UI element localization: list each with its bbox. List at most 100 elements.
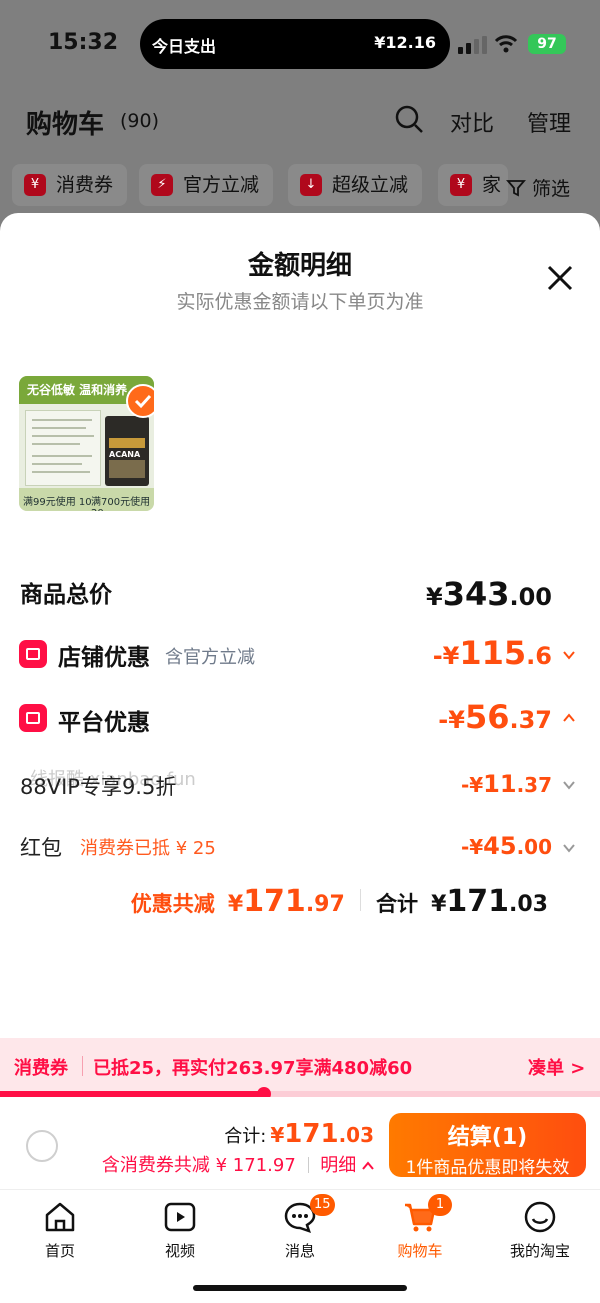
shop-discount-note: 含官方立减 [165, 647, 255, 668]
cart-header: 购物车 (90) 对比 管理 ¥ 消费券 ⚡ 官方立减 ↓ 超级立减 ¥ 家 筛… [0, 90, 600, 215]
total-label: 合计 [375, 892, 418, 916]
cart-badge: 1 [428, 1194, 452, 1216]
tab-label: 我的淘宝 [509, 1242, 570, 1260]
tab-cart[interactable]: 1 购物车 [360, 1194, 480, 1261]
tab-home[interactable]: 首页 [0, 1200, 120, 1261]
red-packet-value: -¥45.00 [461, 832, 552, 860]
chevron-down-icon[interactable] [562, 778, 576, 792]
currency-symbol: ¥ [425, 583, 443, 611]
chip-home[interactable]: ¥ 家 [438, 164, 508, 206]
chevron-down-icon[interactable] [562, 841, 576, 855]
tab-messages[interactable]: 15 消息 [240, 1194, 360, 1261]
product-coupons: 满99元使用 10 满700元使用 20 [19, 488, 154, 511]
product-bag-image: ACANA [105, 416, 149, 486]
checkout-total-dec: .03 [338, 1123, 374, 1147]
battery-icon: 97 [528, 34, 566, 54]
saved-symbol: ¥ [227, 892, 244, 917]
platform-discount-label: 平台优惠 [58, 710, 150, 736]
tab-profile[interactable]: 我的淘宝 [480, 1200, 600, 1261]
total-price-value: ¥343.00 [426, 575, 552, 613]
chip-label: 家 [482, 174, 502, 196]
checkout-total-symbol: ¥ [270, 1123, 285, 1147]
discount-dec: .37 [516, 773, 552, 797]
search-icon[interactable] [394, 104, 424, 134]
checkout-savings[interactable]: 含消费券共减 ¥ 171.97 明细 [102, 1151, 374, 1177]
page-title: 购物车 [26, 110, 105, 140]
checkout-button-label: 结算(1) [447, 1125, 528, 1150]
coupon-message: 已抵25，再实付263.97享满480减60 [93, 1058, 413, 1079]
platform-discount-value: -¥56.37 [438, 698, 552, 736]
selected-check-icon[interactable] [126, 384, 154, 418]
saved-label: 优惠共减 [130, 892, 215, 916]
arrow-down-icon: ↓ [300, 174, 322, 196]
saved-int: 171 [243, 884, 306, 919]
add-on-button[interactable]: 凑单 > [528, 1054, 585, 1080]
product-brand: ACANA [109, 450, 141, 459]
tab-label: 视频 [164, 1242, 195, 1260]
total-dec: .03 [509, 892, 548, 917]
manage-button[interactable]: 管理 [527, 106, 571, 138]
compare-button[interactable]: 对比 [450, 106, 494, 138]
chip-label: 消费券 [56, 174, 114, 196]
shop-icon [19, 640, 47, 668]
tab-video[interactable]: 视频 [120, 1200, 240, 1261]
discount-int: 11 [483, 770, 517, 798]
home-indicator[interactable] [193, 1285, 407, 1291]
savings-text: 含消费券共减 ¥ 171.97 [101, 1155, 296, 1176]
tab-label: 购物车 [397, 1242, 443, 1260]
product-thumbnail[interactable]: 无谷低敏 温和消养 ACANA 满99元使用 10 满700元使用 20 [19, 376, 154, 511]
coupon-icon: ¥ [450, 174, 472, 196]
close-icon[interactable] [545, 263, 575, 293]
vip-discount-value: -¥11.37 [461, 770, 552, 798]
saved-dec: .97 [305, 892, 345, 917]
island-expense-label: 今日支出 [152, 37, 217, 56]
coupon-icon: ¥ [24, 174, 46, 196]
dynamic-island[interactable]: 今日支出 ¥12.16 [140, 19, 450, 69]
checkout-total: 合计: ¥171.03 [224, 1119, 374, 1149]
chevron-up-icon [362, 1161, 374, 1170]
discount-int: 115 [459, 634, 527, 672]
discount-prefix: -¥ [460, 835, 484, 859]
lightning-icon: ⚡ [151, 174, 173, 196]
wifi-icon [494, 35, 518, 53]
total-int: 171 [446, 884, 510, 919]
chip-official-discount[interactable]: ⚡ 官方立减 [139, 164, 274, 206]
price-dec: .00 [509, 583, 552, 611]
chip-super-discount[interactable]: ↓ 超级立减 [288, 164, 423, 206]
chevron-down-icon[interactable] [562, 648, 576, 662]
chip-coupon[interactable]: ¥ 消费券 [12, 164, 128, 206]
status-time: 15:32 [48, 30, 119, 55]
checkout-total-label: 合计: [224, 1126, 267, 1147]
red-packet-note: 消费券已抵 ¥ 25 [80, 838, 216, 859]
discount-prefix: -¥ [438, 706, 465, 734]
chevron-up-icon[interactable] [562, 711, 576, 725]
shop-discount-label: 店铺优惠 [58, 645, 150, 671]
island-expense-amount: ¥12.16 [374, 33, 436, 52]
chip-label: 官方立减 [183, 174, 260, 196]
status-bar: 15:32 今日支出 ¥12.16 97 [0, 0, 600, 90]
product-label-image [25, 410, 101, 486]
coupon-progress-bar[interactable]: 消费券 已抵25，再实付263.97享满480减60 凑单 > [0, 1038, 600, 1094]
filter-button[interactable]: 筛选 [506, 174, 570, 201]
detail-link[interactable]: 明细 [320, 1155, 356, 1176]
checkout-total-int: 171 [284, 1119, 339, 1149]
platform-coupon-icon [19, 704, 47, 732]
discount-int: 45 [483, 832, 517, 860]
price-int: 343 [442, 575, 510, 613]
discount-int: 56 [464, 698, 510, 736]
discount-dec: .00 [516, 835, 552, 859]
coupon-tag: 消费券 [14, 1058, 68, 1079]
video-icon [164, 1202, 196, 1232]
total-symbol: ¥ [431, 892, 447, 917]
checkout-button[interactable]: 结算(1) 1件商品优惠即将失效 [389, 1113, 586, 1178]
profile-icon [524, 1201, 556, 1233]
discount-prefix: -¥ [432, 642, 460, 670]
select-all-checkbox[interactable] [26, 1130, 58, 1162]
discount-prefix: -¥ [460, 773, 484, 797]
tab-label: 消息 [284, 1242, 315, 1260]
chip-label: 超级立减 [332, 174, 409, 196]
checkout-button-sublabel: 1件商品优惠即将失效 [405, 1158, 570, 1178]
filter-label: 筛选 [532, 178, 571, 200]
sheet-subtitle: 实际优惠金额请以下单页为准 [176, 291, 424, 313]
home-icon [45, 1202, 75, 1232]
